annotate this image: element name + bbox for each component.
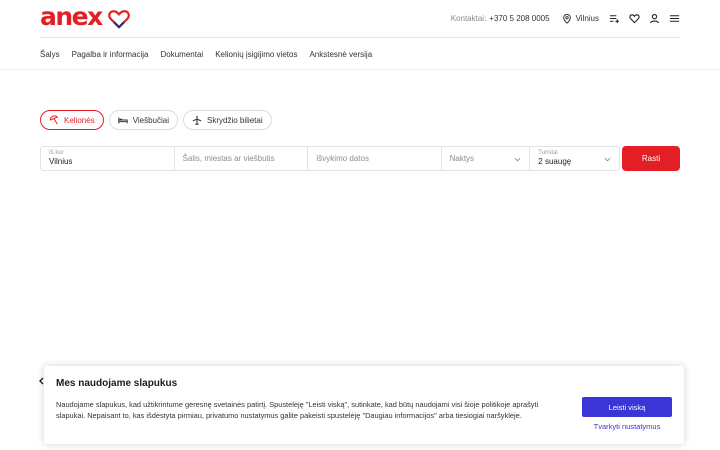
- tab-flights-label: Skrydžio bilietai: [207, 115, 263, 125]
- location-pin-icon: [562, 13, 571, 24]
- logo-text: anex: [40, 2, 103, 31]
- bed-icon: [118, 117, 128, 124]
- nav-item-countries[interactable]: Šalys: [40, 50, 60, 59]
- nav-divider: [0, 69, 720, 70]
- date-placeholder: Išvykimo datos: [316, 154, 369, 163]
- tourists-select[interactable]: Turistai 2 suaugę: [530, 147, 619, 170]
- site-header: anex Kontaktai: +370 5 208 0005 Vilnius: [40, 0, 680, 38]
- nav-item-documents[interactable]: Dokumentai: [161, 50, 204, 59]
- chevron-down-icon: [604, 157, 611, 162]
- search-form: Iš kur Vilnius Šalis, miestas ar viešbut…: [40, 146, 620, 171]
- contact-phone[interactable]: +370 5 208 0005: [489, 14, 549, 23]
- from-field[interactable]: Iš kur Vilnius: [41, 147, 175, 170]
- location-label: Vilnius: [575, 14, 599, 23]
- tab-trips[interactable]: Kelionės: [40, 110, 104, 130]
- menu-icon[interactable]: [669, 13, 680, 24]
- from-label: Iš kur: [49, 150, 64, 156]
- user-icon[interactable]: [649, 13, 660, 24]
- tab-trips-label: Kelionės: [64, 115, 95, 125]
- destination-placeholder: Šalis, miestas ar viešbutis: [182, 154, 275, 163]
- tab-flights[interactable]: Skrydžio bilietai: [183, 110, 272, 130]
- destination-input[interactable]: Šalis, miestas ar viešbutis: [175, 147, 309, 170]
- from-value: Vilnius: [49, 157, 73, 166]
- heart-logo-icon: [107, 9, 130, 28]
- main-nav: Šalys Pagalba ir informacija Dokumentai …: [40, 39, 372, 69]
- tab-hotels-label: Viešbučiai: [132, 115, 170, 125]
- search-button[interactable]: Rasti: [622, 146, 680, 171]
- chevron-down-icon: [514, 157, 521, 162]
- nights-placeholder: Naktys: [449, 154, 475, 163]
- nights-select[interactable]: Naktys: [442, 147, 531, 170]
- location-selector[interactable]: Vilnius: [562, 13, 599, 24]
- nav-item-purchase-places[interactable]: Kelionių įsigijimo vietos: [215, 50, 297, 59]
- heart-icon[interactable]: [629, 13, 640, 24]
- brand-logo[interactable]: anex: [40, 4, 130, 29]
- beach-umbrella-icon: [49, 115, 59, 125]
- cookie-title: Mes naudojame slapukus: [56, 378, 178, 389]
- tourists-value: 2 suaugę: [538, 157, 572, 166]
- header-right: Kontaktai: +370 5 208 0005 Vilnius: [451, 13, 680, 24]
- allow-all-button[interactable]: Leisti viską: [582, 397, 672, 417]
- nav-item-help[interactable]: Pagalba ir informacija: [72, 50, 149, 59]
- airplane-icon: [192, 115, 202, 125]
- tab-hotels[interactable]: Viešbučiai: [108, 110, 179, 130]
- cookie-text: Naudojame slapukus, kad užtikrintume ger…: [56, 400, 539, 420]
- date-input[interactable]: Išvykimo datos: [308, 147, 442, 170]
- contact-label: Kontaktai:: [450, 14, 487, 23]
- search-tabs: Kelionės Viešbučiai Skrydžio bilietai: [40, 110, 272, 130]
- manage-settings-link[interactable]: Tvarkyti nustatymus: [582, 422, 672, 431]
- tourists-label: Turistai: [538, 150, 558, 156]
- header-icons: [609, 13, 680, 24]
- playlist-add-icon[interactable]: [609, 13, 620, 24]
- nav-item-previous-version[interactable]: Ankstesnė versija: [309, 50, 372, 59]
- cookie-banner: Mes naudojame slapukus Naudojame slapuku…: [44, 366, 684, 444]
